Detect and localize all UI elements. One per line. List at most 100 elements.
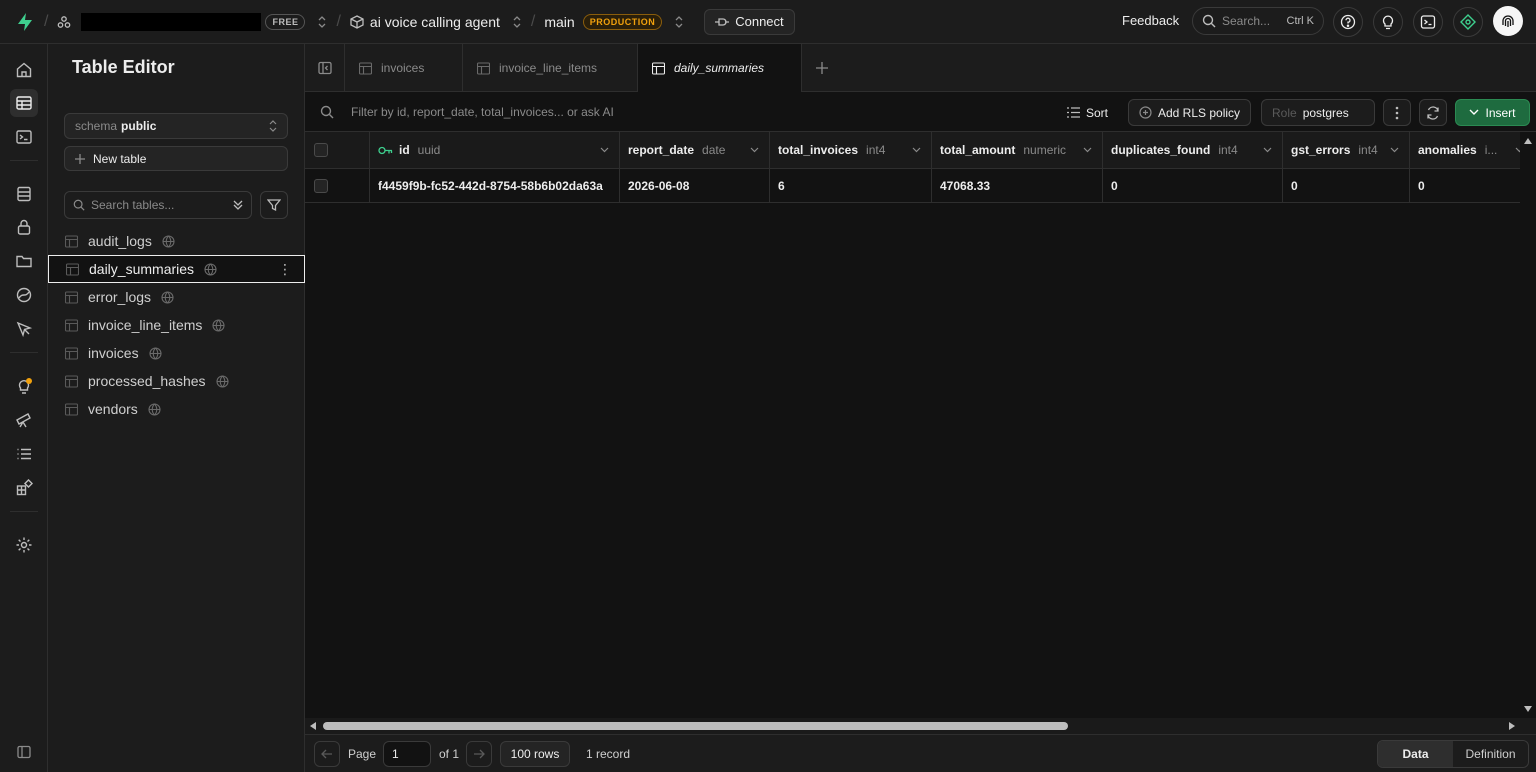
role-selector[interactable]: Role postgres xyxy=(1261,99,1375,126)
plus-icon xyxy=(75,153,85,164)
org-selector[interactable]: FREE xyxy=(57,12,327,31)
previous-page-button[interactable] xyxy=(314,741,340,767)
tab-label: invoices xyxy=(381,61,425,75)
rail-database-button[interactable] xyxy=(10,180,38,208)
table-cell-report-date[interactable]: 2026-06-08 xyxy=(620,169,770,203)
vertical-scrollbar[interactable] xyxy=(1520,132,1536,718)
chevron-down-icon[interactable] xyxy=(600,147,609,153)
branch-selector[interactable]: main PRODUCTION xyxy=(544,13,684,30)
next-page-button[interactable] xyxy=(466,741,492,767)
sort-button[interactable]: Sort xyxy=(1057,99,1118,126)
column-header-total-invoices[interactable]: total_invoices int4 xyxy=(770,132,932,169)
more-vertical-icon[interactable]: ⋮ xyxy=(278,261,292,278)
global-search[interactable]: Search... Ctrl K xyxy=(1192,7,1324,35)
help-icon xyxy=(1340,14,1356,30)
table-cell-id[interactable]: f4459f9b-fc52-442d-8754-58b6b02da63a xyxy=(370,169,620,203)
table-item-invoice-line-items[interactable]: invoice_line_items xyxy=(48,311,305,339)
column-header-duplicates-found[interactable]: duplicates_found int4 xyxy=(1103,132,1283,169)
org-switch-chevron-icon[interactable] xyxy=(317,15,327,29)
filter-rows-input[interactable]: Filter by id, report_date, total_invoice… xyxy=(351,105,614,119)
help-button[interactable] xyxy=(1333,7,1363,37)
chevron-down-icon[interactable] xyxy=(912,147,921,153)
sql-terminal-button[interactable] xyxy=(1413,7,1443,37)
tab-label: daily_summaries xyxy=(674,61,765,75)
table-item-processed-hashes[interactable]: processed_hashes xyxy=(48,367,305,395)
filter-tables-button[interactable] xyxy=(260,191,288,219)
tab-invoice-line-items[interactable]: invoice_line_items xyxy=(463,44,638,92)
supabase-logo-icon[interactable] xyxy=(15,12,35,32)
horizontal-scroll-thumb[interactable] xyxy=(323,722,1068,730)
new-table-button[interactable]: New table xyxy=(64,146,288,171)
add-tab-button[interactable] xyxy=(802,44,842,92)
column-header-total-amount[interactable]: total_amount numeric xyxy=(932,132,1103,169)
rail-storage-button[interactable] xyxy=(10,247,38,275)
add-rls-policy-button[interactable]: Add RLS policy xyxy=(1128,99,1252,126)
project-selector[interactable]: ai voice calling agent xyxy=(350,14,522,30)
insert-button[interactable]: Insert xyxy=(1455,99,1530,126)
project-switch-chevron-icon[interactable] xyxy=(512,15,522,29)
assistant-button[interactable] xyxy=(1453,7,1483,37)
rail-advisors-button[interactable] xyxy=(10,372,38,400)
table-cell-anomalies[interactable]: 0 xyxy=(1410,169,1520,203)
table-icon xyxy=(66,262,79,276)
column-header-gst-errors[interactable]: gst_errors int4 xyxy=(1283,132,1410,169)
scroll-left-icon[interactable] xyxy=(308,721,318,731)
connect-button[interactable]: Connect xyxy=(704,8,795,35)
rail-sql-editor-button[interactable] xyxy=(10,123,38,151)
advisor-button[interactable] xyxy=(1373,7,1403,37)
column-type: numeric xyxy=(1023,143,1067,157)
rail-table-editor-button[interactable] xyxy=(10,89,38,117)
sidebar-title: Table Editor xyxy=(72,57,175,77)
refresh-button[interactable] xyxy=(1419,99,1447,126)
column-name: total_invoices xyxy=(778,143,859,157)
lightbulb-icon xyxy=(1380,14,1396,30)
chevron-down-icon[interactable] xyxy=(1263,147,1272,153)
chevron-down-icon[interactable] xyxy=(750,147,759,153)
row-select-cell xyxy=(305,169,370,203)
tab-daily-summaries[interactable]: daily_summaries xyxy=(638,44,802,93)
table-cell-total-amount[interactable]: 47068.33 xyxy=(932,169,1103,203)
tab-label: invoice_line_items xyxy=(499,61,598,75)
table-item-vendors[interactable]: vendors xyxy=(48,395,305,423)
data-view-tab[interactable]: Data xyxy=(1378,741,1453,767)
rail-collapse-button[interactable] xyxy=(10,738,38,766)
rail-integrations-button[interactable] xyxy=(10,474,38,502)
table-item-error-logs[interactable]: error_logs xyxy=(48,283,305,311)
rows-per-page-button[interactable]: 100 rows xyxy=(500,741,570,767)
rail-edge-functions-button[interactable] xyxy=(10,281,38,309)
horizontal-scrollbar[interactable] xyxy=(305,718,1536,734)
row-checkbox[interactable] xyxy=(314,178,328,193)
search-tables-input[interactable]: Search tables... xyxy=(64,191,252,219)
chevrons-down-icon[interactable] xyxy=(233,199,243,211)
definition-view-tab[interactable]: Definition xyxy=(1453,741,1528,767)
table-item-audit-logs[interactable]: audit_logs xyxy=(48,227,305,255)
rail-observability-button[interactable] xyxy=(10,406,38,434)
schema-selector[interactable]: schema public xyxy=(64,113,288,139)
column-header-anomalies[interactable]: anomalies i... xyxy=(1410,132,1520,169)
gear-icon xyxy=(15,536,33,554)
table-cell-duplicates-found[interactable]: 0 xyxy=(1103,169,1283,203)
feedback-button[interactable]: Feedback xyxy=(1122,13,1179,28)
column-header-report-date[interactable]: report_date date xyxy=(620,132,770,169)
tab-invoices[interactable]: invoices xyxy=(345,44,463,92)
table-cell-gst-errors[interactable]: 0 xyxy=(1283,169,1410,203)
rail-realtime-button[interactable] xyxy=(10,315,38,343)
scroll-right-icon[interactable] xyxy=(1507,721,1517,731)
column-header-id[interactable]: id uuid xyxy=(370,132,620,169)
rail-auth-button[interactable] xyxy=(10,213,38,241)
chevron-down-icon[interactable] xyxy=(1083,147,1092,153)
chevron-down-icon[interactable] xyxy=(1390,147,1399,153)
table-item-invoices[interactable]: invoices xyxy=(48,339,305,367)
table-item-daily-summaries[interactable]: daily_summaries ⋮ xyxy=(48,255,305,283)
project-box-icon xyxy=(350,14,364,29)
rail-logs-button[interactable] xyxy=(10,440,38,468)
table-cell-total-invoices[interactable]: 6 xyxy=(770,169,932,203)
user-avatar[interactable] xyxy=(1493,6,1523,36)
branch-switch-chevron-icon[interactable] xyxy=(674,15,684,29)
page-number-input[interactable]: 1 xyxy=(383,741,431,767)
collapse-sidebar-button[interactable] xyxy=(305,44,345,92)
more-options-button[interactable] xyxy=(1383,99,1411,126)
rail-settings-button[interactable] xyxy=(10,531,38,559)
select-all-checkbox[interactable] xyxy=(314,143,328,157)
rail-home-button[interactable] xyxy=(10,56,38,84)
